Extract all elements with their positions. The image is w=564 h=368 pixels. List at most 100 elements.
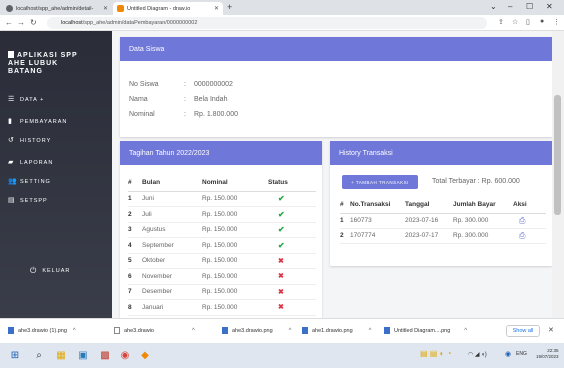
globe-icon <box>6 5 13 12</box>
window-close-button[interactable]: ✕ <box>546 2 553 11</box>
checkmark-icon: ✔ <box>278 240 285 250</box>
task-view-icon[interactable]: ▣ <box>76 348 90 362</box>
search-icon[interactable]: ⌕ <box>32 348 46 362</box>
download-item[interactable]: ahe3.drawio.png ^ <box>222 327 292 334</box>
month-cell: Juli <box>142 206 202 223</box>
image-file-icon <box>222 327 228 334</box>
print-icon[interactable]: ⎙ <box>519 216 525 225</box>
maximize-button[interactable]: ☐ <box>526 2 533 11</box>
menu-kebab-icon[interactable]: ⋮ <box>553 18 560 26</box>
download-item[interactable]: Untitled Diagram....png ^ <box>384 327 467 334</box>
table-row: 7 Desember Rp. 150.000 ✖ <box>128 284 316 300</box>
store-icon[interactable]: ▩ <box>98 348 112 362</box>
windows-taskbar: ⊞ ⌕ ▦ ▣ ▩ ◉ ◆ ▤ ▤ ◐ ◔ ◠ ◢ ◖) ◉ ENG 22:35… <box>0 343 564 368</box>
close-icon[interactable]: ✕ <box>548 326 554 334</box>
status-cell: ✖ <box>268 299 316 316</box>
table-row: 2 1707774 2023-07-17 Rp. 300.000 ⎙ <box>340 228 546 244</box>
forward-icon[interactable]: → <box>17 18 25 27</box>
logout-button[interactable]: ⏻ KELUAR <box>30 266 70 276</box>
row-number: 7 <box>128 284 142 300</box>
column-header: Bulan <box>142 175 202 192</box>
share-icon[interactable]: ⇪ <box>498 18 504 26</box>
taskbar-clock[interactable]: 22:35 19/07/2023 <box>536 348 559 360</box>
total-paid: Total Terbayar : Rp. 600.000 <box>432 178 520 185</box>
language-indicator[interactable]: ENG <box>516 351 527 357</box>
column-header: Status <box>268 175 316 192</box>
chrome-icon[interactable]: ◉ <box>118 348 132 362</box>
sidebar-item-laporan[interactable]: ▰ LAPORAN <box>8 159 53 166</box>
download-item[interactable]: ahe1.drawio.png ^ <box>302 327 372 334</box>
sidebar-item-pembayaran[interactable]: ▮ PEMBAYARAN <box>8 118 67 125</box>
table-row: 1 160773 2023-07-16 Rp. 300.000 ⎙ <box>340 213 546 229</box>
transaction-no-cell: 160773 <box>350 213 405 229</box>
tray-apps-icon[interactable]: ▤ ▤ ◐ ◔ <box>420 349 451 358</box>
chevron-up-icon[interactable]: ^ <box>289 328 292 334</box>
amount-cell: Rp. 150.000 <box>202 237 268 254</box>
month-cell: September <box>142 237 202 254</box>
table-header-row: # No.Transaksi Tanggal Jumlah Bayar Aksi <box>340 197 546 214</box>
download-filename: ahe1.drawio.png <box>312 327 353 334</box>
amount-cell: Rp. 150.000 <box>202 284 268 300</box>
browser-tabstrip: localhost/spp_ahe/admin/detail- ✕ Untitl… <box>0 0 564 15</box>
profile-icon[interactable]: ● <box>540 18 544 25</box>
bill-table: # Bulan Nominal Status 1 Juni Rp. 150.000 ✔… <box>128 175 316 316</box>
sidepanel-icon[interactable]: ▯ <box>526 18 530 26</box>
image-file-icon <box>384 327 390 334</box>
chevron-up-icon[interactable]: ^ <box>192 328 195 334</box>
month-cell: Oktober <box>142 253 202 269</box>
sidebar-item-data[interactable]: ☰ DATA + <box>8 96 44 103</box>
chevron-up-icon[interactable]: ^ <box>369 328 372 334</box>
chevron-up-icon[interactable]: ^ <box>73 328 76 334</box>
row-number: 3 <box>128 222 142 238</box>
month-cell: November <box>142 268 202 285</box>
app-brand: APLIKASI SPP AHE LUBUK BATANG <box>8 51 108 76</box>
download-item[interactable]: ahe3.drawio ^ <box>114 327 195 334</box>
minimize-button[interactable]: – <box>508 2 512 11</box>
sidebar-item-label: DATA + <box>20 96 45 103</box>
close-icon[interactable]: ✕ <box>214 5 219 12</box>
network-volume-icons[interactable]: ◠ ◢ ◖) <box>468 351 487 358</box>
month-cell: Juni <box>142 191 202 207</box>
sidebar-item-setspp[interactable]: ▤ SETSPP <box>8 197 48 204</box>
row-number: 2 <box>340 228 350 244</box>
sidebar-item-history[interactable]: ↺ HISTORY <box>8 137 51 144</box>
print-icon[interactable]: ⎙ <box>519 231 525 240</box>
new-tab-button[interactable]: + <box>227 2 232 12</box>
cross-icon: ✖ <box>278 257 284 265</box>
student-nominal-row: Nominal: Rp. 1.800.000 <box>129 111 238 118</box>
reload-icon[interactable]: ↻ <box>30 18 37 27</box>
amount-cell: Rp. 150.000 <box>202 222 268 238</box>
add-transaction-button[interactable]: + TAMBAH TRANSAKSI <box>342 175 418 189</box>
sidebar-item-setting[interactable]: 👥 SETTING <box>8 178 51 185</box>
bill-card: Tagihan Tahun 2022/2023 # Bulan Nominal … <box>120 141 322 343</box>
checkmark-icon: ✔ <box>278 209 285 219</box>
downloads-bar: ahe3.drawio (1).png ^ ahe3.drawio ^ ahe3… <box>0 318 564 343</box>
browser-tab-drawio[interactable]: Untitled Diagram - draw.io ✕ <box>113 2 223 15</box>
tab-search-icon[interactable]: ⌄ <box>490 2 497 11</box>
bookmark-star-icon[interactable]: ☆ <box>512 18 518 26</box>
defender-icon[interactable]: ◉ <box>505 350 511 358</box>
scrollbar-thumb[interactable] <box>554 95 561 215</box>
url-field[interactable]: localhost/spp_ahe/admin/dataPembayaran/0… <box>47 17 487 29</box>
column-header: Aksi <box>513 197 546 214</box>
amount-cell: Rp. 300.000 <box>453 213 513 229</box>
browser-tab-spp[interactable]: localhost/spp_ahe/admin/detail- ✕ <box>2 2 112 15</box>
close-icon[interactable]: ✕ <box>103 5 108 12</box>
back-icon[interactable]: ← <box>5 18 13 27</box>
show-all-button[interactable]: Show all <box>506 325 540 337</box>
date-cell: 2023-07-17 <box>405 228 453 244</box>
amount-cell: Rp. 150.000 <box>202 191 268 207</box>
chevron-up-icon[interactable]: ^ <box>464 328 467 334</box>
drawio-taskbar-icon[interactable]: ◆ <box>138 348 152 362</box>
student-no-value: 0000000002 <box>194 81 233 88</box>
list-icon: ☰ <box>8 96 16 103</box>
column-header: Tanggal <box>405 197 453 214</box>
download-item[interactable]: ahe3.drawio (1).png ^ <box>8 327 76 334</box>
sidebar-item-label: SETSPP <box>20 197 48 204</box>
status-cell: ✔ <box>268 191 316 207</box>
url-path: /spp_ahe/admin/dataPembayaran/0000000002 <box>82 20 198 26</box>
row-number: 4 <box>128 237 142 254</box>
file-explorer-icon[interactable]: ▦ <box>54 348 68 362</box>
windows-start-icon[interactable]: ⊞ <box>8 348 22 362</box>
field-label: Nominal <box>129 111 155 118</box>
